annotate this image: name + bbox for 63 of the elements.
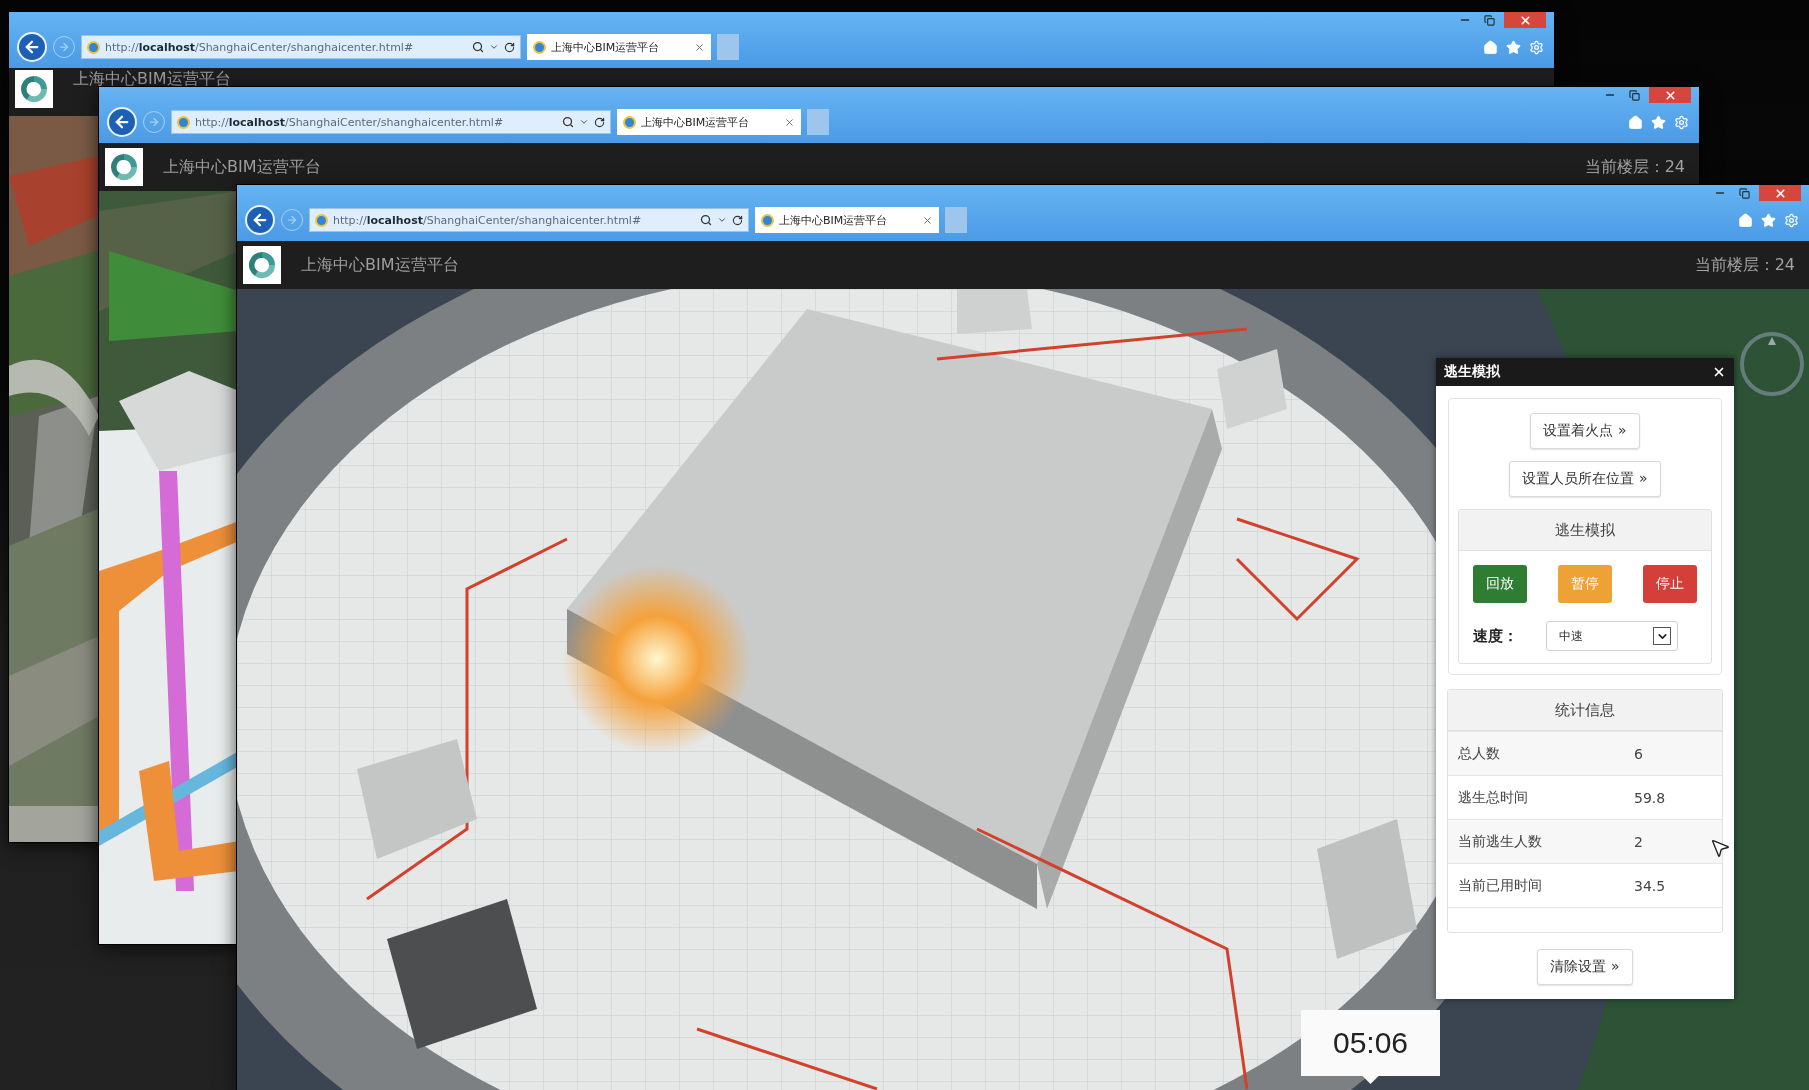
page-icon (315, 213, 328, 227)
search-icon[interactable] (562, 116, 574, 128)
address-field[interactable]: http://localhost/ShanghaiCenter/shanghaicenter.html# (81, 35, 521, 59)
stat-value: 2 (1634, 833, 1644, 850)
stat-label: 逃生总时间 (1458, 788, 1529, 807)
refresh-icon[interactable] (504, 41, 515, 53)
floor-label: 当前楼层：24 (1694, 254, 1795, 276)
star-icon[interactable] (1761, 212, 1776, 228)
playback-control-button[interactable]: 回放 (1473, 565, 1527, 603)
app-title: 上海中心BIM运营平台 (301, 256, 459, 274)
back-button[interactable] (17, 32, 47, 62)
compass-icon (1737, 329, 1807, 399)
home-icon[interactable] (1628, 114, 1643, 130)
back-button[interactable] (245, 205, 275, 235)
page-icon (177, 115, 190, 129)
speed-label: 速度： (1473, 626, 1518, 646)
stat-label: 当前逃生人数 (1458, 832, 1543, 851)
speed-select[interactable]: 中速 (1546, 621, 1678, 651)
settings-icon[interactable] (1674, 114, 1689, 130)
back-button[interactable] (107, 107, 137, 137)
panel-title: 逃生模拟 (1444, 363, 1500, 381)
floor-label: 当前楼层：24 (1584, 156, 1685, 178)
address-field[interactable]: http://localhost/ShanghaiCenter/shanghaicenter.html# (309, 208, 749, 232)
home-icon[interactable] (1483, 39, 1498, 55)
stat-label: 总人数 (1458, 744, 1501, 763)
dropdown-icon[interactable] (489, 42, 499, 52)
dropdown-icon[interactable] (579, 117, 589, 127)
browser-tab[interactable]: 上海中心BIM运营平台 (755, 207, 939, 233)
logo-icon (243, 246, 281, 284)
stat-value: 34.5 (1634, 877, 1667, 894)
settings-icon[interactable] (1784, 212, 1799, 228)
page-icon (87, 40, 100, 54)
stat-label: 当前已用时间 (1458, 876, 1543, 895)
dropdown-icon[interactable] (717, 215, 727, 225)
browser-tab[interactable]: 上海中心BIM运营平台 (617, 109, 801, 135)
address-field[interactable]: http://localhost/ShanghaiCenter/shanghaicenter.html# (171, 110, 611, 134)
timer-display: 05:06 (1301, 1010, 1440, 1084)
browser-tab[interactable]: 上海中心BIM运营平台 (527, 34, 711, 60)
star-icon[interactable] (1651, 114, 1666, 130)
clear-settings-button[interactable]: 清除设置 » (1537, 949, 1633, 985)
page-icon (623, 115, 636, 129)
page-icon (533, 40, 546, 54)
search-icon[interactable] (472, 41, 484, 53)
logo-icon (15, 70, 53, 108)
stat-value: 6 (1634, 745, 1644, 762)
group-title: 逃生模拟 (1555, 520, 1615, 540)
setup-button[interactable]: 设置人员所在位置 » (1509, 461, 1661, 497)
home-icon[interactable] (1738, 212, 1753, 228)
app-title: 上海中心BIM运营平台 (73, 70, 231, 88)
dropdown-icon (1653, 627, 1671, 645)
playback-control-button[interactable]: 停止 (1643, 565, 1697, 603)
table-title: 统计信息 (1555, 700, 1615, 720)
close-icon[interactable] (1712, 365, 1726, 379)
stat-value: 59.8 (1634, 789, 1667, 806)
setup-button[interactable]: 设置着火点 » (1530, 413, 1640, 449)
app-title: 上海中心BIM运营平台 (163, 158, 321, 176)
refresh-icon[interactable] (732, 214, 743, 226)
refresh-icon[interactable] (594, 116, 605, 128)
page-icon (761, 213, 774, 227)
star-icon[interactable] (1506, 39, 1521, 55)
settings-icon[interactable] (1529, 39, 1544, 55)
search-icon[interactable] (700, 214, 712, 226)
logo-icon (105, 148, 143, 186)
